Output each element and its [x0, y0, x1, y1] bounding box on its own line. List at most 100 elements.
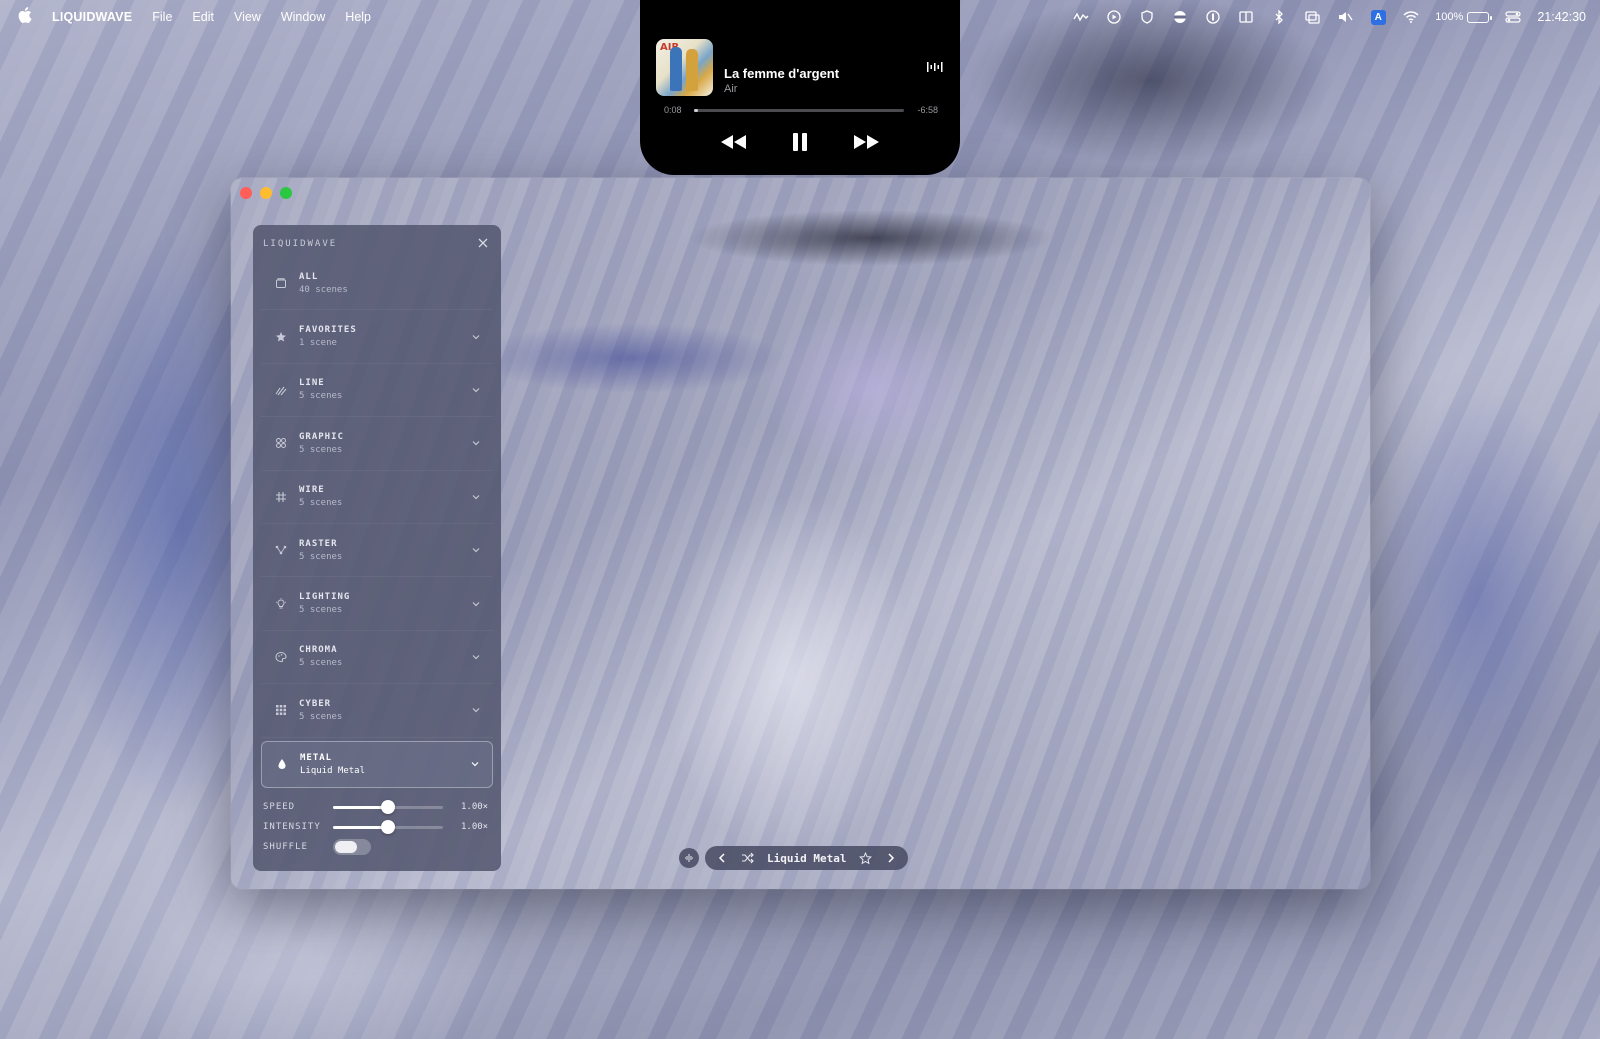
menu-window[interactable]: Window	[281, 10, 325, 24]
category-wire[interactable]: WIRE 5 scenes	[261, 471, 493, 524]
elapsed-time: 0:08	[664, 105, 682, 115]
shuffle-icon	[742, 852, 754, 864]
menu-help[interactable]: Help	[345, 10, 371, 24]
minimize-window-button[interactable]	[260, 187, 272, 199]
category-count: 5 scenes	[299, 391, 343, 402]
category-count: 5 scenes	[299, 551, 343, 562]
speed-label: SPEED	[263, 802, 296, 812]
screen-mirror-icon[interactable]	[1303, 10, 1321, 24]
mute-icon[interactable]	[1336, 10, 1354, 24]
zoom-window-button[interactable]	[280, 187, 292, 199]
intensity-slider[interactable]	[333, 820, 443, 834]
track-title: La femme d'argent	[724, 66, 840, 81]
play-circle-icon[interactable]	[1105, 10, 1123, 24]
menubar-clock[interactable]: 21:42:30	[1537, 10, 1586, 24]
category-name: GRAPHIC	[299, 431, 344, 442]
split-view-icon[interactable]	[1237, 10, 1255, 24]
track-artist: Air	[724, 83, 738, 95]
line-icon	[273, 382, 289, 398]
fast-forward-button[interactable]	[851, 130, 881, 154]
category-name: LINE	[299, 378, 325, 389]
category-count: 40 scenes	[299, 284, 348, 295]
stripes-icon[interactable]	[1171, 10, 1189, 24]
bulb-icon	[273, 596, 289, 612]
category-raster[interactable]: RASTER 5 scenes	[261, 524, 493, 578]
playback-progress-fill	[694, 109, 699, 112]
battery-status[interactable]: 100%	[1435, 11, 1493, 23]
playback-progress[interactable]	[694, 109, 904, 112]
pause-button[interactable]	[785, 130, 815, 154]
palette-icon	[273, 649, 289, 665]
waveform-icon[interactable]	[1072, 10, 1090, 24]
audio-visualizer-icon	[927, 62, 943, 72]
rewind-button[interactable]	[719, 130, 749, 154]
intensity-slider-thumb[interactable]	[381, 820, 395, 834]
category-name: METAL	[300, 752, 333, 763]
chevron-down-icon	[472, 601, 480, 606]
password-icon[interactable]	[1204, 10, 1222, 24]
category-count: 5 scenes	[299, 658, 343, 669]
wifi-icon[interactable]	[1402, 10, 1420, 24]
nodes-icon	[273, 542, 289, 558]
now-playing-widget: AIR La femme d'argent Air 0:08 -6:58	[640, 0, 960, 175]
scene-transport: Liquid Metal	[679, 846, 909, 870]
battery-percent: 100%	[1435, 11, 1464, 23]
window-controls	[240, 187, 292, 199]
close-window-button[interactable]	[240, 187, 252, 199]
category-count: 5 scenes	[299, 711, 343, 722]
category-cyber[interactable]: CYBER 5 scenes	[261, 684, 493, 738]
scene-panel: LIQUIDWAVE ALL 40 scenes FAVORITES 1 scene…	[253, 225, 501, 871]
album-art[interactable]: AIR	[656, 39, 713, 96]
intensity-label: INTENSITY	[263, 822, 321, 832]
category-line[interactable]: LINE 5 scenes	[261, 364, 493, 418]
pause-icon	[793, 133, 807, 151]
app-name-menu[interactable]: LIQUIDWAVE	[52, 10, 132, 24]
rewind-icon	[721, 135, 746, 149]
category-lighting[interactable]: LIGHTING 5 scenes	[261, 577, 493, 631]
next-scene-button[interactable]	[884, 851, 898, 865]
apple-menu-icon[interactable]	[18, 7, 32, 27]
audio-reactive-button[interactable]	[679, 848, 699, 868]
category-chroma[interactable]: CHROMA 5 scenes	[261, 631, 493, 685]
graphic-icon	[273, 435, 289, 451]
control-center-icon[interactable]	[1504, 10, 1522, 24]
category-all[interactable]: ALL 40 scenes	[261, 257, 493, 311]
category-graphic[interactable]: GRAPHIC 5 scenes	[261, 417, 493, 471]
shuffle-toggle[interactable]	[333, 839, 371, 855]
scene-controls: SPEED 1.00× INTENSITY 1.00× SHUFFLE	[263, 797, 491, 857]
close-panel-button[interactable]	[477, 238, 489, 250]
speed-slider[interactable]	[333, 800, 443, 814]
chevron-down-icon	[472, 654, 480, 660]
speed-slider-thumb[interactable]	[381, 800, 395, 814]
intensity-value: 1.00×	[461, 822, 489, 832]
category-name: ALL	[299, 271, 319, 282]
folder-icon	[273, 275, 289, 291]
category-count: 5 scenes	[299, 444, 343, 455]
chevron-down-icon	[472, 441, 480, 446]
chevron-left-icon	[718, 853, 725, 863]
menu-view[interactable]: View	[234, 10, 261, 24]
bluetooth-icon[interactable]	[1270, 10, 1288, 24]
shield-icon[interactable]	[1138, 10, 1156, 24]
matrix-icon	[273, 702, 289, 718]
chevron-down-icon	[472, 708, 480, 713]
menu-edit[interactable]: Edit	[192, 10, 214, 24]
category-count: 5 scenes	[299, 498, 343, 509]
category-metal[interactable]: METAL Liquid Metal	[261, 740, 493, 788]
audio-wave-icon	[685, 854, 693, 862]
close-icon	[478, 238, 488, 248]
shuffle-button[interactable]	[741, 851, 755, 865]
chevron-down-icon	[472, 548, 480, 553]
menu-file[interactable]: File	[152, 10, 172, 24]
droplet-icon	[274, 756, 290, 772]
chevron-down-icon	[471, 762, 479, 767]
category-name: CYBER	[299, 698, 332, 709]
scene-navigator: Liquid Metal	[705, 846, 909, 870]
favorite-scene-button[interactable]	[858, 851, 872, 865]
remaining-time: -6:58	[917, 105, 938, 115]
input-source-icon[interactable]: A	[1369, 9, 1387, 25]
liquidwave-window: LIQUIDWAVE ALL 40 scenes FAVORITES 1 scene…	[231, 178, 1370, 889]
previous-scene-button[interactable]	[715, 851, 729, 865]
panel-title: LIQUIDWAVE	[263, 239, 338, 249]
category-favorites[interactable]: FAVORITES 1 scene	[261, 310, 493, 364]
